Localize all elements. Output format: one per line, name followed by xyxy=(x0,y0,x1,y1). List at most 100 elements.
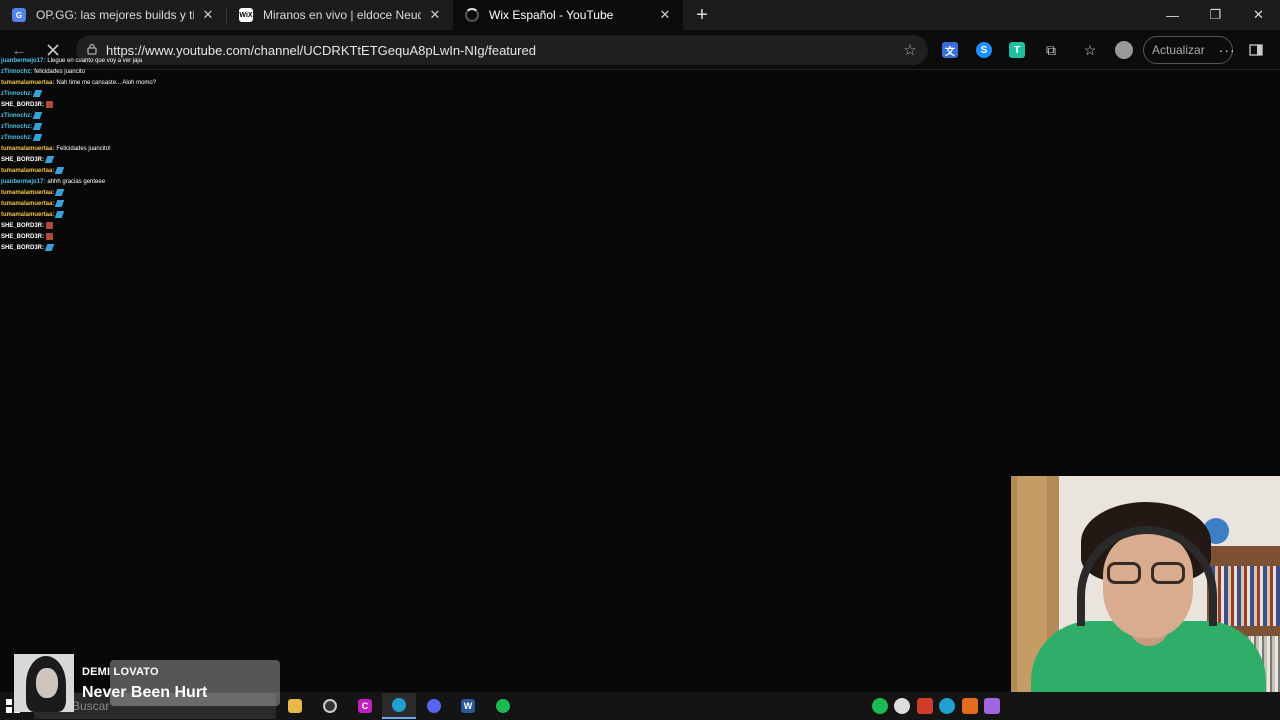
chat-emote-icon xyxy=(55,188,65,196)
chat-line: zTinnochz: xyxy=(1,89,261,100)
maximize-button[interactable]: ❐ xyxy=(1194,0,1237,30)
chat-username: zTinnochz: xyxy=(1,91,33,97)
chat-line: tumamalamuertaa: xyxy=(1,210,261,221)
chat-username: juanbermejo17: xyxy=(1,58,46,64)
close-tab-icon[interactable]: ✕ xyxy=(657,7,673,23)
close-window-button[interactable]: ✕ xyxy=(1237,0,1280,30)
chat-username: zTinnochz: xyxy=(1,135,33,141)
chat-username: SHE_BORD3R: xyxy=(1,234,45,240)
discord-icon[interactable] xyxy=(417,693,451,719)
opgg-icon: G xyxy=(12,8,26,22)
chat-line: zTinnochz: xyxy=(1,133,261,144)
extension-green-icon[interactable]: T xyxy=(1002,35,1032,65)
tab-youtube[interactable]: Wix Español - YouTube ✕ xyxy=(453,0,683,30)
chat-username: zTinnochz: xyxy=(1,124,33,130)
chat-emote-icon xyxy=(44,155,55,163)
tab-opgg[interactable]: G OP.GG: las mejores builds y tier li ✕ xyxy=(0,0,226,30)
chat-emote-icon xyxy=(46,221,54,229)
webcam-books xyxy=(1211,566,1280,626)
chat-emote-icon xyxy=(46,100,54,108)
chat-line: juanbermejo17: Llegue en cuanto que voy a… xyxy=(1,56,261,67)
chat-line: tumamalamuertaa: xyxy=(1,188,261,199)
tray-purple-icon[interactable] xyxy=(984,698,1000,714)
now-playing-song: Never Been Hurt xyxy=(82,684,208,701)
chat-line: tumamalamuertaa: Nah time me cansaste... … xyxy=(1,78,261,89)
translate-icon[interactable]: 文 xyxy=(935,35,965,65)
chat-username: tumamalamuertaa: xyxy=(1,212,55,218)
album-art xyxy=(14,654,74,712)
chat-username: juanbermejo17: xyxy=(1,179,46,185)
tab-title: Wix Español - YouTube xyxy=(489,8,614,22)
chat-emote-icon xyxy=(46,232,54,240)
favorites-icon[interactable]: ☆ xyxy=(1075,35,1105,65)
now-playing-artist: DEMI LOVATO xyxy=(82,666,159,678)
close-tab-icon[interactable]: ✕ xyxy=(427,7,443,23)
edge-icon[interactable] xyxy=(382,693,416,719)
chat-username: SHE_BORD3R: xyxy=(1,245,45,251)
tab-title: Miranos en vivo | eldoce Neuqué xyxy=(263,8,421,22)
spotify-icon[interactable] xyxy=(486,693,520,719)
edge-tray-icon[interactable] xyxy=(939,698,955,714)
update-button[interactable]: Actualizar ··· xyxy=(1143,36,1236,64)
chat-message: Felicidades juancito! xyxy=(56,146,111,152)
chat-username: zTinnochz: xyxy=(1,113,33,119)
chat-line: SHE_BORD3R: xyxy=(1,100,261,111)
chat-emote-icon xyxy=(32,89,43,97)
favorite-star-icon[interactable]: ☆ xyxy=(892,41,928,59)
tab-title: OP.GG: las mejores builds y tier li xyxy=(36,8,194,22)
app-c-icon[interactable]: C xyxy=(348,693,382,719)
wix-icon: WiX xyxy=(239,8,253,22)
chat-line: zTinnochz: xyxy=(1,111,261,122)
tray-orange-icon[interactable] xyxy=(962,698,978,714)
webcam-feed xyxy=(1011,476,1280,720)
chat-username: SHE_BORD3R: xyxy=(1,157,45,163)
profile-avatar-icon[interactable] xyxy=(1109,35,1139,65)
chat-username: tumamalamuertaa: xyxy=(1,190,55,196)
chat-username: tumamalamuertaa: xyxy=(1,168,55,174)
chat-emote-icon xyxy=(55,199,65,207)
tab-eldoce[interactable]: WiX Miranos en vivo | eldoce Neuqué ✕ xyxy=(227,0,453,30)
chat-line: SHE_BORD3R: xyxy=(1,232,261,243)
chat-message: Nah time me cansaste... Aloh momo? xyxy=(56,80,157,86)
chat-line: juanbermejo17: ahhh gracias genteee xyxy=(1,177,261,188)
new-tab-button[interactable]: + xyxy=(687,0,717,30)
chat-line: zTinnochz: xyxy=(1,122,261,133)
update-label: Actualizar xyxy=(1152,43,1205,57)
chat-line: tumamalamuertaa: xyxy=(1,199,261,210)
chat-line: zTinnochz: felicidades juancito xyxy=(1,67,261,78)
chat-emote-icon xyxy=(32,133,43,141)
chat-username: tumamalamuertaa: xyxy=(1,80,55,86)
tray-red-icon[interactable] xyxy=(917,698,933,714)
chat-username: tumamalamuertaa: xyxy=(1,146,55,152)
chat-emote-icon xyxy=(55,166,65,174)
chat-emote-icon xyxy=(32,111,43,119)
chat-username: tumamalamuertaa: xyxy=(1,201,55,207)
more-icon[interactable]: ··· xyxy=(1219,42,1236,58)
stream-chat-overlay: juanbermejo17: Llegue en cuanto que voy a… xyxy=(1,56,261,254)
minimize-button[interactable]: — xyxy=(1151,0,1194,30)
chat-message: felicidades juancito xyxy=(34,69,85,75)
chat-line: SHE_BORD3R: xyxy=(1,243,261,254)
obs-icon[interactable] xyxy=(313,693,347,719)
tab-strip: G OP.GG: las mejores builds y tier li ✕ … xyxy=(0,0,1280,30)
chat-emote-icon xyxy=(55,210,65,218)
spotify-tray-icon[interactable] xyxy=(872,698,888,714)
discord-tray-icon[interactable] xyxy=(894,698,910,714)
loading-spinner-icon xyxy=(465,8,479,22)
chat-message: Llegue en cuanto que voy a ver jaja xyxy=(47,58,143,64)
chat-line: SHE_BORD3R: xyxy=(1,155,261,166)
chat-username: SHE_BORD3R: xyxy=(1,102,45,108)
extensions-puzzle-icon[interactable]: ⧉ xyxy=(1036,35,1066,65)
stop-icon xyxy=(47,44,59,56)
file-explorer-icon[interactable] xyxy=(278,693,312,719)
word-icon[interactable]: W xyxy=(451,693,485,719)
chat-emote-icon xyxy=(44,243,55,251)
extension-blue-icon[interactable]: S xyxy=(969,35,999,65)
chat-username: zTinnochz: xyxy=(1,69,33,75)
now-playing-widget: DEMI LOVATO Never Been Hurt xyxy=(14,654,280,712)
chat-emote-icon xyxy=(32,122,43,130)
chat-message: ahhh gracias genteee xyxy=(47,179,106,185)
window-controls: — ❐ ✕ xyxy=(1151,0,1280,30)
sidebar-icon[interactable] xyxy=(1241,35,1271,65)
close-tab-icon[interactable]: ✕ xyxy=(200,7,216,23)
